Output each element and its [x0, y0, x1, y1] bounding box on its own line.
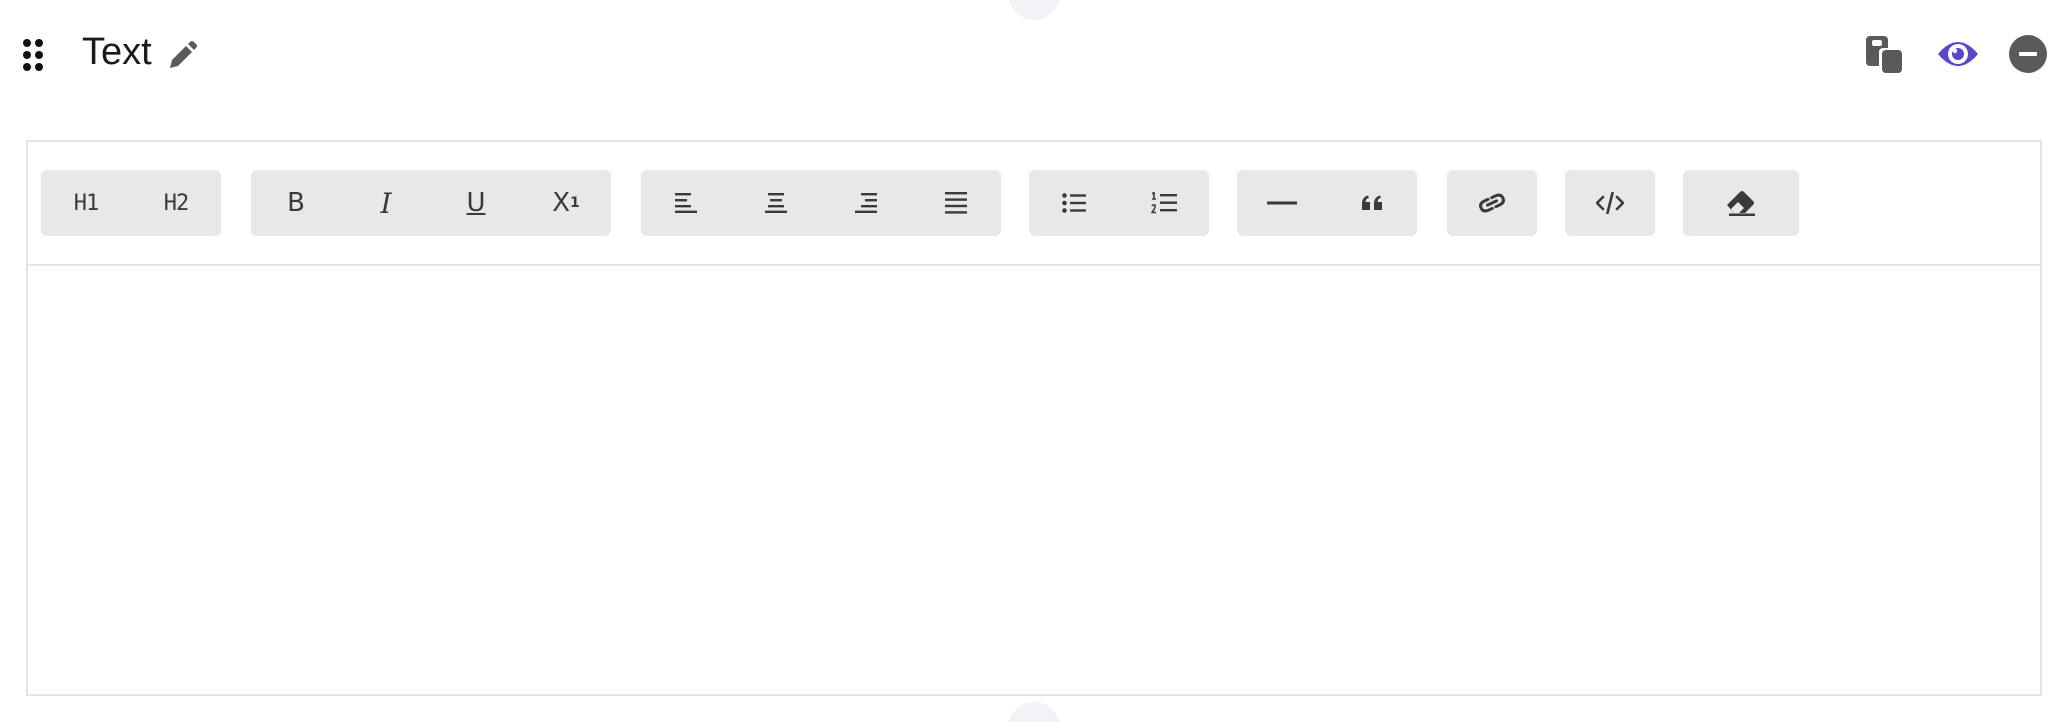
eraser-icon [1727, 191, 1755, 216]
align-justify-button[interactable] [911, 170, 1001, 236]
link-group [1447, 170, 1537, 236]
copy-icon[interactable] [1864, 34, 1904, 74]
horizontal-rule-icon [1267, 201, 1297, 205]
clear-format-group [1683, 170, 1799, 236]
minus-circle-icon[interactable] [2008, 34, 2048, 74]
drag-handle-icon[interactable] [22, 38, 44, 72]
bullet-list-icon [1062, 193, 1086, 213]
heading-group: H1 H2 [41, 170, 221, 236]
heading-1-button[interactable]: H1 [41, 170, 131, 236]
eye-icon[interactable] [1936, 34, 1980, 74]
list-group [1029, 170, 1209, 236]
heading-1-label: H1 [73, 190, 99, 216]
code-group [1565, 170, 1655, 236]
code-button[interactable] [1565, 170, 1655, 236]
italic-button[interactable]: I [341, 170, 431, 236]
numbered-list-icon [1151, 192, 1177, 214]
horizontal-rule-button[interactable] [1237, 170, 1327, 236]
align-left-button[interactable] [641, 170, 731, 236]
insert-block-below-marker[interactable] [1008, 702, 1060, 722]
block-insert-group [1237, 170, 1417, 236]
link-button[interactable] [1447, 170, 1537, 236]
align-right-button[interactable] [821, 170, 911, 236]
superscript-label: X [552, 188, 571, 218]
link-icon [1479, 193, 1505, 213]
pencil-icon[interactable] [166, 40, 198, 72]
rich-text-editor: H1 H2 B I U X1 [26, 140, 2042, 696]
text-block-page: Text H1 H2 B I U X 1 [0, 0, 2068, 722]
align-center-icon [765, 193, 787, 213]
underline-button[interactable]: U [431, 170, 521, 236]
editor-toolbar: H1 H2 B I U X1 [28, 142, 2040, 266]
superscript-mark: 1 [570, 195, 580, 211]
code-icon [1596, 192, 1624, 214]
heading-2-label: H2 [163, 190, 189, 216]
align-center-button[interactable] [731, 170, 821, 236]
block-title: Text [82, 31, 152, 73]
numbered-list-button[interactable] [1119, 170, 1209, 236]
block-header: Text [0, 0, 2068, 108]
underline-label: U [466, 188, 486, 218]
italic-label: I [380, 186, 392, 220]
align-justify-icon [945, 192, 967, 214]
superscript-button[interactable]: X1 [521, 170, 611, 236]
quote-button[interactable] [1327, 170, 1417, 236]
align-left-icon [675, 193, 697, 213]
quote-icon [1362, 195, 1382, 210]
clear-formatting-button[interactable] [1683, 170, 1799, 236]
heading-2-button[interactable]: H2 [131, 170, 221, 236]
bold-label: B [287, 188, 305, 218]
bold-button[interactable]: B [251, 170, 341, 236]
editor-content-area[interactable] [28, 266, 2040, 694]
alignment-group [641, 170, 1001, 236]
format-group: B I U X1 [251, 170, 611, 236]
bullet-list-button[interactable] [1029, 170, 1119, 236]
align-right-icon [855, 193, 877, 213]
